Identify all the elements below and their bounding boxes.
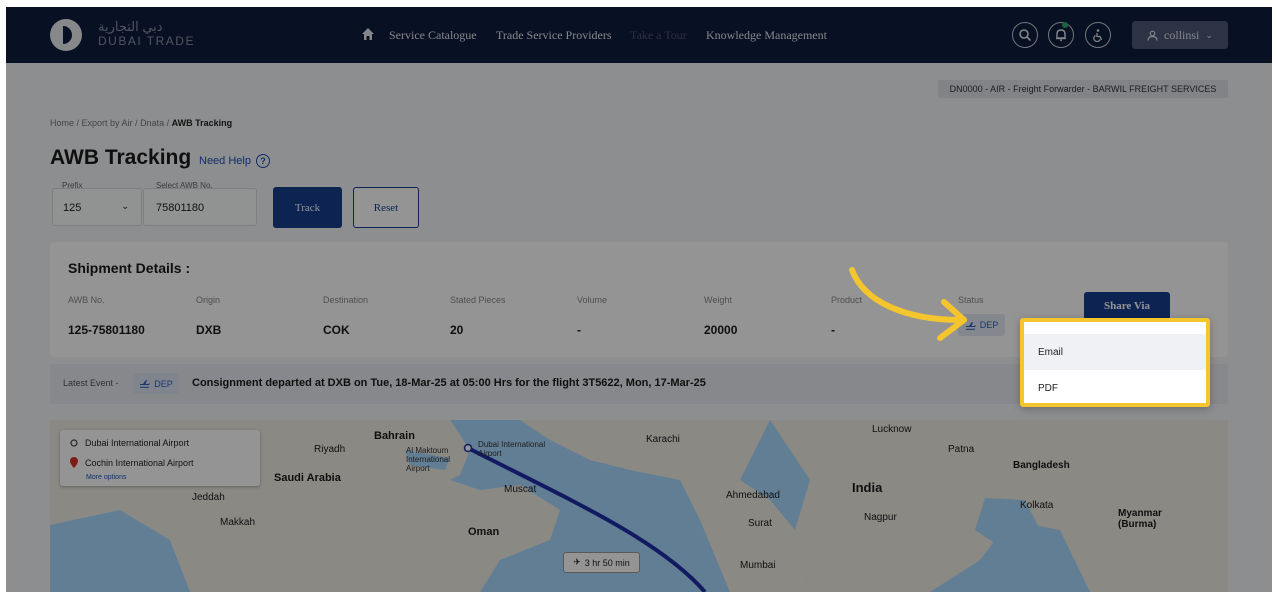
accessibility-button[interactable] <box>1085 22 1111 48</box>
nav-trade-service-providers[interactable]: Trade Service Providers <box>496 28 612 43</box>
user-icon <box>1147 30 1158 41</box>
share-via-button[interactable]: Share Via <box>1084 292 1170 320</box>
map-label-bahrain: Bahrain <box>374 430 415 442</box>
airplane-icon: ✈ <box>573 557 581 567</box>
map-label-surat: Surat <box>748 518 772 529</box>
nav-knowledge-management[interactable]: Knowledge Management <box>706 28 827 43</box>
map-label-muscat: Muscat <box>504 484 537 495</box>
breadcrumb: Home / Export by Air / Dnata / AWB Track… <box>50 118 233 128</box>
latest-event-status-badge: DEP <box>133 373 179 394</box>
map-label-oman: Oman <box>468 526 500 538</box>
breadcrumb-dnata[interactable]: Dnata <box>140 118 164 128</box>
more-options-link[interactable]: More options <box>86 474 126 481</box>
map-label-ahmedabad: Ahmedabad <box>726 490 780 501</box>
chevron-down-icon: ⌄ <box>121 201 130 212</box>
home-icon[interactable] <box>361 27 375 41</box>
map-label-jeddah: Jeddah <box>192 492 225 503</box>
prefix-value: 125 <box>63 202 82 214</box>
route-destination: Cochin International Airport <box>85 457 194 468</box>
latest-event-text: Consignment departed at DXB on Tue, 18-M… <box>192 377 706 389</box>
product-value: - <box>831 323 835 337</box>
route-destination-row: Cochin International Airport <box>70 457 194 468</box>
map-label-riyadh: Riyadh <box>314 444 346 455</box>
share-pdf-option[interactable]: PDF <box>1024 370 1206 406</box>
help-icon: ? <box>255 154 270 168</box>
dubai-trade-logo[interactable] <box>50 19 82 51</box>
notifications-button[interactable] <box>1048 22 1074 48</box>
brand-name-arabic: دبي التجارية <box>98 19 163 34</box>
nav-service-catalogue[interactable]: Service Catalogue <box>389 28 477 43</box>
map-label-bangladesh: Bangladesh <box>1013 460 1070 471</box>
nav-take-a-tour[interactable]: Take a Tour <box>630 28 687 43</box>
share-via-dropdown: Email PDF <box>1020 318 1210 407</box>
route-origin: Dubai International Airport <box>85 438 190 448</box>
need-help-label: Need Help <box>199 155 251 167</box>
column-header-weight: Weight <box>704 295 732 305</box>
map-label-lucknow: Lucknow <box>872 424 912 435</box>
breadcrumb-home[interactable]: Home <box>50 118 74 128</box>
notification-dot <box>1062 22 1068 28</box>
page-title: AWB Tracking <box>50 146 192 169</box>
top-navigation-bar: دبي التجارية DUBAI TRADE Service Catalog… <box>6 7 1272 63</box>
map-label-patna: Patna <box>948 444 975 455</box>
accessibility-icon <box>1093 29 1103 42</box>
map-label-saudi-arabia: Saudi Arabia <box>274 472 341 484</box>
destination-value: COK <box>323 323 350 337</box>
search-button[interactable] <box>1012 22 1038 48</box>
map-label-mumbai: Mumbai <box>740 560 776 571</box>
awb-number-input[interactable]: 75801180 <box>143 188 257 226</box>
plane-departure-icon <box>140 380 150 388</box>
browser-frame: دبي التجارية DUBAI TRADE Service Catalog… <box>6 7 1272 592</box>
map-label-dubai-airport: Dubai International Airport <box>478 440 546 458</box>
search-icon <box>1019 29 1032 42</box>
reset-button[interactable]: Reset <box>353 187 419 228</box>
route-info-box: Dubai International Airport Cochin Inter… <box>60 430 260 486</box>
company-tag: DN0000 - AIR - Freight Forwarder - BARWI… <box>938 80 1228 98</box>
map-label-al-maktoum-airport: Al Maktoum International Airport <box>406 446 451 473</box>
column-header-destination: Destination <box>323 295 369 305</box>
map-label-kolkata: Kolkata <box>1020 500 1054 511</box>
awb-number-value: 125-75801180 <box>68 323 145 337</box>
user-name: collinsi <box>1164 27 1200 42</box>
route-map[interactable]: Riyadh Bahrain Saudi Arabia Jeddah Makka… <box>50 420 1228 592</box>
highlight-arrow <box>849 267 967 341</box>
column-header-awb: AWB No. <box>68 295 105 305</box>
latest-event-label: Latest Event - <box>63 378 119 388</box>
share-email-option[interactable]: Email <box>1024 334 1206 370</box>
map-label-myanmar: Myanmar (Burma) <box>1118 508 1162 530</box>
chevron-down-icon: ⌄ <box>1205 29 1213 40</box>
shipment-heading: Shipment Details : <box>68 260 191 276</box>
origin-value: DXB <box>196 323 222 337</box>
map-label-makkah: Makkah <box>220 517 256 528</box>
brand-name-english: DUBAI TRADE <box>98 34 195 48</box>
bell-icon <box>1056 29 1066 42</box>
map-label-india: India <box>852 480 883 495</box>
latest-event-status: DEP <box>154 378 173 389</box>
map-label-nagpur: Nagpur <box>864 512 897 523</box>
breadcrumb-current: AWB Tracking <box>171 118 233 128</box>
prefix-select[interactable]: 125 ⌄ <box>52 188 142 226</box>
route-origin-row: Dubai International Airport <box>70 438 189 448</box>
column-header-origin: Origin <box>196 295 221 305</box>
column-header-stated-pieces: Stated Pieces <box>450 295 506 305</box>
map-label-karachi: Karachi <box>646 434 680 445</box>
column-header-volume: Volume <box>577 295 608 305</box>
flight-duration: 3 hr 50 min <box>584 557 630 568</box>
breadcrumb-export-by-air[interactable]: Export by Air <box>82 118 133 128</box>
volume-value: - <box>577 323 581 337</box>
user-menu-button[interactable]: collinsi ⌄ <box>1132 21 1228 49</box>
stated-pieces-value: 20 <box>450 323 464 337</box>
flight-duration-label: ✈ 3 hr 50 min <box>563 552 640 573</box>
weight-value: 20000 <box>704 323 738 337</box>
destination-pin-icon <box>70 457 78 468</box>
need-help-link[interactable]: Need Help ? <box>199 154 270 168</box>
track-button[interactable]: Track <box>273 187 342 228</box>
origin-circle-icon <box>70 439 78 447</box>
